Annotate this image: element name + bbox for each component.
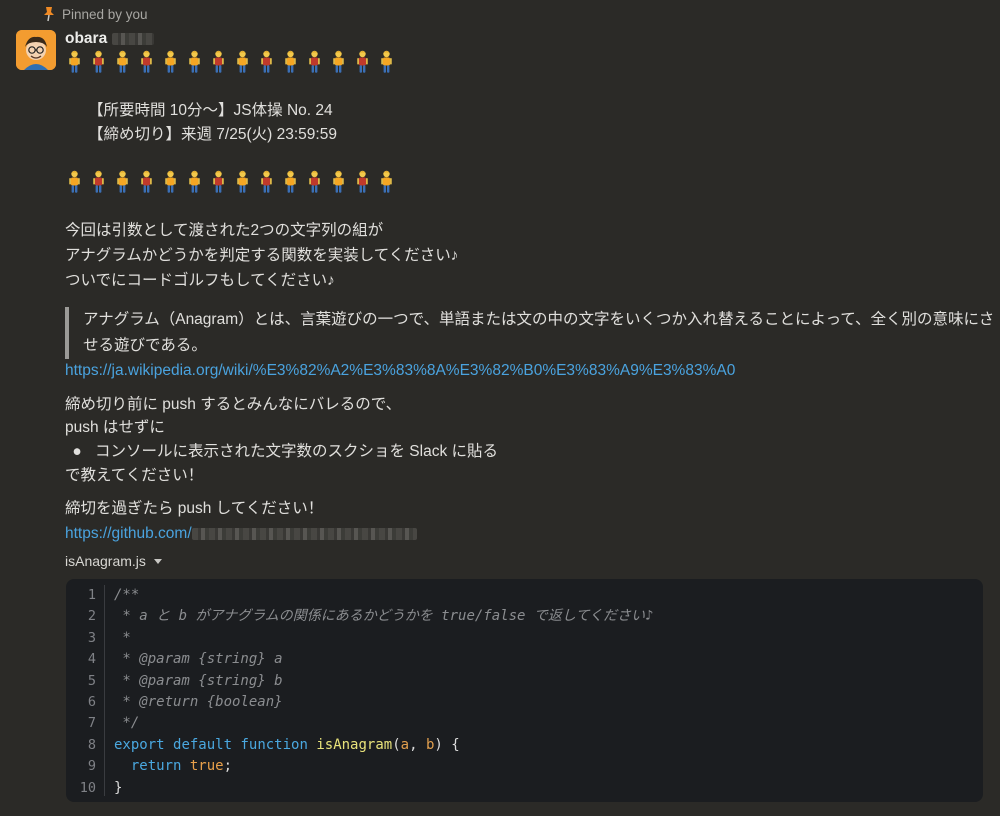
code-line: *	[114, 629, 131, 646]
person-standing-icon	[333, 170, 344, 193]
text-line: で教えてください！	[65, 467, 204, 484]
pinned-text: Pinned by you	[62, 6, 148, 22]
person-standing-icon	[261, 50, 272, 73]
line-number: 9	[87, 758, 96, 775]
person-standing-icon	[165, 50, 176, 73]
person-standing-icon	[189, 50, 200, 73]
keyword: return	[130, 758, 182, 775]
keyword: function	[240, 736, 308, 753]
line-number: 2	[87, 608, 96, 625]
avatar-face-icon	[16, 30, 56, 70]
code-line: /**	[114, 587, 140, 603]
github-link[interactable]: https://github.com/	[65, 525, 192, 542]
person-standing-icon	[237, 170, 248, 193]
line-number: 1	[87, 587, 96, 603]
line-number: 8	[87, 736, 96, 753]
text-line: 今回は引数として渡された2つの文字列の組が	[65, 222, 384, 239]
person-standing-icon	[69, 50, 80, 73]
person-standing-icon	[189, 170, 200, 193]
github-link-line: https://github.com/	[65, 523, 417, 545]
person-standing-icon	[261, 170, 272, 193]
person-standing-icon	[93, 50, 104, 73]
line-number: 6	[87, 693, 96, 710]
code-line: export default function isAnagram(a, b) …	[114, 735, 653, 756]
function-name: isAnagram	[316, 736, 393, 753]
line-number: 10	[79, 779, 96, 796]
avatar[interactable]	[16, 30, 56, 70]
pin-icon	[44, 7, 54, 22]
code-line: * @param {string} a	[114, 651, 283, 668]
username-text: obara	[65, 30, 108, 47]
person-standing-icon	[117, 50, 128, 73]
punct: ) {	[434, 736, 460, 753]
person-standing-icon	[381, 50, 392, 73]
person-standing-icon	[165, 170, 176, 193]
deadline-line: 【締め切り】来週 7/25(火) 23:59:59	[88, 126, 337, 143]
redacted-username	[111, 32, 154, 45]
code-line: }	[114, 779, 123, 796]
emoji-row-bottom	[66, 170, 395, 194]
code-line: return true;	[114, 756, 653, 777]
person-standing-icon	[141, 50, 152, 73]
person-standing-icon	[93, 170, 104, 193]
code-body: /** * a と b がアナグラムの関係にあるかどうかを true/false…	[114, 585, 653, 799]
file-name-toggle[interactable]: isAnagram.js	[65, 553, 162, 569]
person-standing-icon	[285, 170, 296, 193]
keyword: default	[173, 736, 233, 753]
code-line: * a と b がアナグラムの関係にあるかどうかを true/false で返し…	[114, 608, 654, 625]
person-standing-icon	[213, 50, 224, 73]
code-line: * @param {string} b	[114, 672, 283, 689]
caret-down-icon[interactable]	[153, 558, 162, 564]
boolean: true	[189, 758, 224, 775]
wikipedia-link[interactable]: https://ja.wikipedia.org/wiki/%E3%82%A2%…	[65, 360, 735, 382]
punct: ,	[409, 736, 426, 753]
text-line: ついでにコードゴルフもしてください♪	[65, 272, 335, 289]
text-line: push はせずに	[65, 419, 165, 436]
person-standing-icon	[213, 170, 224, 193]
person-standing-icon	[357, 50, 368, 73]
redacted-url	[191, 527, 417, 540]
line-number: 5	[87, 672, 96, 689]
quote-text: アナグラム（Anagram）とは、言葉遊びの一つで、単語または文の中の文字をいく…	[83, 311, 995, 354]
text-line: 締切を過ぎたら push してください！	[65, 500, 324, 517]
line-number: 3	[87, 629, 96, 646]
code-line: * @return {boolean}	[114, 693, 283, 710]
person-standing-icon	[141, 170, 152, 193]
bullet-icon: ●	[72, 443, 82, 460]
line-number-gutter: 1 2 3 4 5 6 7 8 9 10	[66, 585, 105, 796]
person-standing-icon	[381, 170, 392, 193]
code-line: */	[114, 715, 140, 732]
person-standing-icon	[309, 170, 320, 193]
keyword: export	[114, 736, 165, 753]
file-name: isAnagram.js	[65, 553, 146, 569]
person-standing-icon	[357, 170, 368, 193]
bullet-item: ● コンソールに表示された文字数のスクショを Slack に貼る	[65, 441, 498, 463]
punct: ;	[223, 758, 233, 775]
line-number: 4	[87, 651, 96, 668]
text-line: アナグラムかどうかを判定する関数を実装してください♪	[65, 247, 459, 264]
param: a	[400, 736, 410, 753]
emoji-row-top	[66, 50, 395, 74]
code-snippet: 1 2 3 4 5 6 7 8 9 10 /** * a と b がアナグラムの…	[66, 579, 983, 802]
username[interactable]: obara	[65, 30, 154, 48]
blockquote: アナグラム（Anagram）とは、言葉遊びの一つで、単語または文の中の文字をいく…	[65, 307, 1000, 359]
pinned-indicator: Pinned by you	[42, 6, 148, 22]
text-line: 締め切り前に push するとみんなにバレるので、	[65, 396, 402, 413]
person-standing-icon	[333, 50, 344, 73]
person-standing-icon	[237, 50, 248, 73]
person-standing-icon	[69, 170, 80, 193]
person-standing-icon	[117, 170, 128, 193]
person-standing-icon	[285, 50, 296, 73]
line-number: 7	[87, 715, 96, 732]
bullet-text: コンソールに表示された文字数のスクショを Slack に貼る	[95, 443, 499, 460]
time-line: 【所要時間 10分〜】JS体操 No. 24	[88, 102, 333, 119]
person-standing-icon	[309, 50, 320, 73]
punct: (	[392, 736, 401, 753]
